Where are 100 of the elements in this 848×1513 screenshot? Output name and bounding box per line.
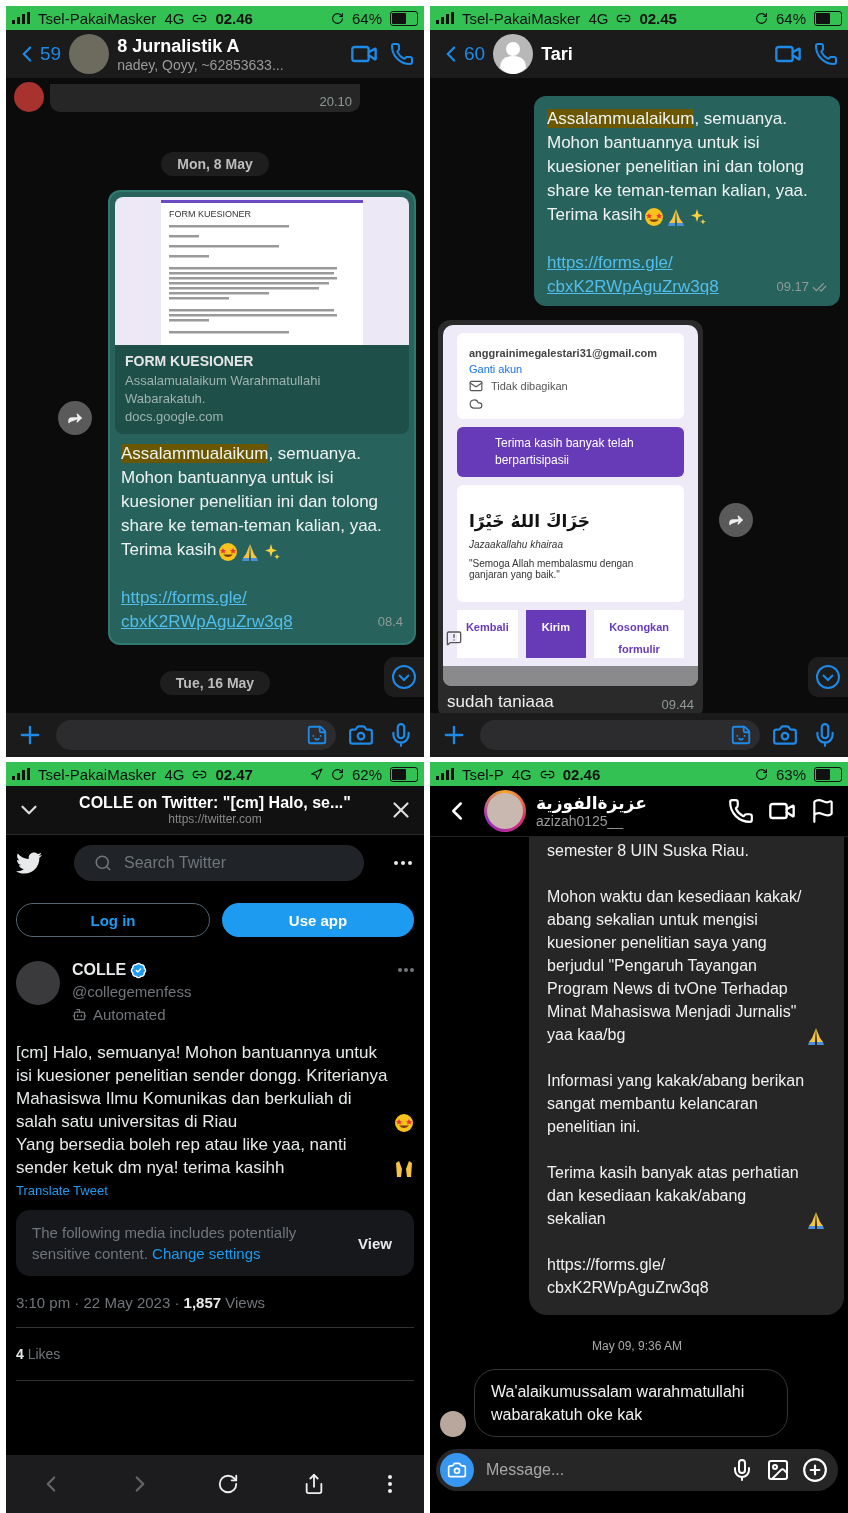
rotation-lock-icon [330, 11, 344, 25]
page-title: COLLE on Twitter: "[cm] Halo, se..." [79, 794, 351, 812]
phone-icon [728, 798, 754, 824]
message-field[interactable]: Message... [436, 1449, 838, 1491]
message-text: https://forms.gle/ cbxK2RWpAguZrw3q8 [547, 1255, 710, 1298]
add-icon [802, 1457, 828, 1483]
view-button[interactable]: View [352, 1233, 398, 1253]
signal-icon [436, 12, 454, 24]
carrier-name: Tsel-PakaiMasker [462, 9, 581, 27]
message-input[interactable] [480, 720, 760, 750]
clock-time: 02.47 [215, 765, 253, 783]
message-input[interactable] [56, 720, 336, 750]
likes-count[interactable]: 4 Likes [16, 1328, 414, 1381]
menu-button[interactable] [386, 1473, 395, 1495]
battery-icon [814, 766, 842, 782]
sender-photo-placeholder [14, 82, 44, 112]
message-text: Informasi yang kakak/abang berikan sangat membantu kelancaran penelitian ini. [547, 1071, 806, 1137]
account-handle: @collegemenfess [72, 983, 193, 1000]
chat-title: Tari [541, 43, 574, 65]
back-button[interactable]: 60 [438, 41, 486, 67]
camera-icon [348, 722, 374, 748]
folded-hands-emoji-icon [806, 1210, 826, 1230]
forward-button[interactable] [58, 400, 92, 435]
camera-icon [772, 722, 798, 748]
tweet-text: [cm] Halo, semuanya! Mohon bantuannya untuk isi kuesioner penelitian sender dongg. Kriterianya Mahasiswa Ilmu Komunikas dan berkuliah di salah satu universitas di Riau [16, 1042, 389, 1133]
message-time: 09.44 [661, 697, 694, 712]
link-preview-domain: docs.google.com [125, 408, 225, 426]
account-name: COLLE [72, 961, 127, 979]
message-text: Terima kasih banyak atas perhatian dan kesediaan kakak/abang sekalian [547, 1163, 800, 1229]
date-label: Mon, 8 May [161, 152, 269, 176]
image-caption: sudah taniaaa [447, 692, 554, 712]
chevron-down-circle-icon [391, 664, 417, 690]
translate-link[interactable]: Translate Tweet [16, 1183, 108, 1198]
group-photo-placeholder [69, 34, 110, 74]
mail-icon [469, 379, 483, 393]
phone-icon [390, 42, 414, 66]
message-time: 09.17 [776, 278, 809, 296]
message-time: 20.10 [319, 94, 352, 109]
link-preview-title: FORM KUESIONER [125, 353, 255, 369]
chat-members: nadey, Qoyy, ~62853633... [117, 56, 285, 73]
visibility-text: Tidak dibagikan [491, 380, 568, 392]
scroll-down-button[interactable] [808, 657, 848, 697]
more-dots-icon [394, 861, 412, 865]
tweet-text: Yang bersedia boleh rep atau like yaa, nanti sender ketuk dm nya! terima kasihh [16, 1134, 348, 1179]
back-button[interactable]: 59 [14, 41, 62, 67]
form-button[interactable]: Kirim [525, 610, 587, 658]
more-button[interactable] [392, 859, 414, 867]
star-struck-emoji-icon [394, 1113, 414, 1133]
network-type: 4G [164, 765, 185, 783]
message-text: Terima kasih [121, 539, 217, 561]
message-text: semester 8 UIN Suska Riau. [547, 841, 749, 861]
tweet-timestamp: 3:10 pm · 22 May 2023 · 1,857 Views [16, 1294, 414, 1328]
folded-hands-emoji-icon [806, 1026, 826, 1046]
phone-icon [814, 42, 838, 66]
vertical-dots-icon [388, 1475, 393, 1493]
signal-icon [436, 768, 454, 780]
robot-icon [72, 1007, 87, 1022]
battery-percent: 62% [351, 765, 382, 783]
camera-icon [447, 1460, 467, 1480]
form-link[interactable]: https://forms.gle/cbxK2RWpAguZrw3q8 [121, 586, 372, 634]
network-type: 4G [511, 765, 532, 783]
camera-button[interactable] [440, 1453, 474, 1487]
scroll-down-button[interactable] [384, 657, 424, 697]
network-type: 4G [164, 9, 185, 27]
reply-bubble: Wa'alaikumussalam warahmatullahi wabarakatuh oke kak [474, 1369, 788, 1437]
search-icon [94, 854, 112, 872]
sticker-icon [306, 724, 328, 746]
message-text: Assalammualaikum, semuanya. Mohon bantuannya untuk isi kuesioner penelitian ini dan tolong share ke teman-teman kalian, yaa. [121, 443, 383, 537]
folded-hands-emoji-icon [240, 542, 261, 562]
story-ring-avatar[interactable] [484, 790, 526, 832]
profile-avatar [16, 961, 60, 1005]
switch-account-link[interactable]: Ganti akun [469, 363, 672, 375]
search-field[interactable]: Search Twitter [74, 845, 364, 881]
arabic-text: جَزَاكَ اللهُ خَيْرًا [469, 511, 591, 531]
form-button[interactable]: Kosongkan formulir [594, 610, 684, 658]
change-settings-link[interactable]: Change settings [152, 1245, 261, 1262]
forward-button[interactable] [719, 502, 753, 537]
form-link[interactable]: https://forms.gle/cbxK2RWpAguZrw3q8 [547, 251, 771, 299]
folded-hands-emoji-icon [666, 207, 687, 227]
carrier-name: Tsel-PakaiMasker [38, 765, 157, 783]
rotation-lock-icon [754, 11, 768, 25]
cloud-icon [469, 397, 483, 411]
document-title: FORM KUESIONER [169, 209, 252, 219]
clock-time: 02.46 [562, 765, 601, 783]
link-preview-panel[interactable]: FORM KUESIONER Assalamualaikum Warahmatullahi Wabarakatuh. docs.google.com [115, 345, 409, 434]
battery-icon [814, 10, 842, 26]
voice-call-button[interactable] [726, 796, 756, 826]
thank-you-banner: Terima kasih banyak telah berpartisipasii [457, 427, 684, 477]
clock-time: 02.46 [215, 9, 253, 27]
battery-icon [390, 766, 418, 782]
gallery-icon [766, 1458, 790, 1482]
message-text: Assalammualaikum, semuanya. Mohon bantuannya untuk isi kuesioner penelitian ini dan tolong share ke teman-teman kalian, yaa. [547, 108, 809, 202]
rotation-lock-icon [330, 767, 344, 781]
page-url: https://twitter.com [168, 812, 262, 826]
clock-time: 02.45 [639, 9, 677, 27]
sensitive-content-text: The following media includes potentially sensitive content. Change settings [32, 1223, 298, 1264]
signal-icon [12, 768, 30, 780]
star-struck-emoji-icon [644, 207, 665, 227]
form-button[interactable]: Kembali [457, 610, 518, 658]
chat-title: 8 Jurnalistik A [117, 35, 241, 57]
